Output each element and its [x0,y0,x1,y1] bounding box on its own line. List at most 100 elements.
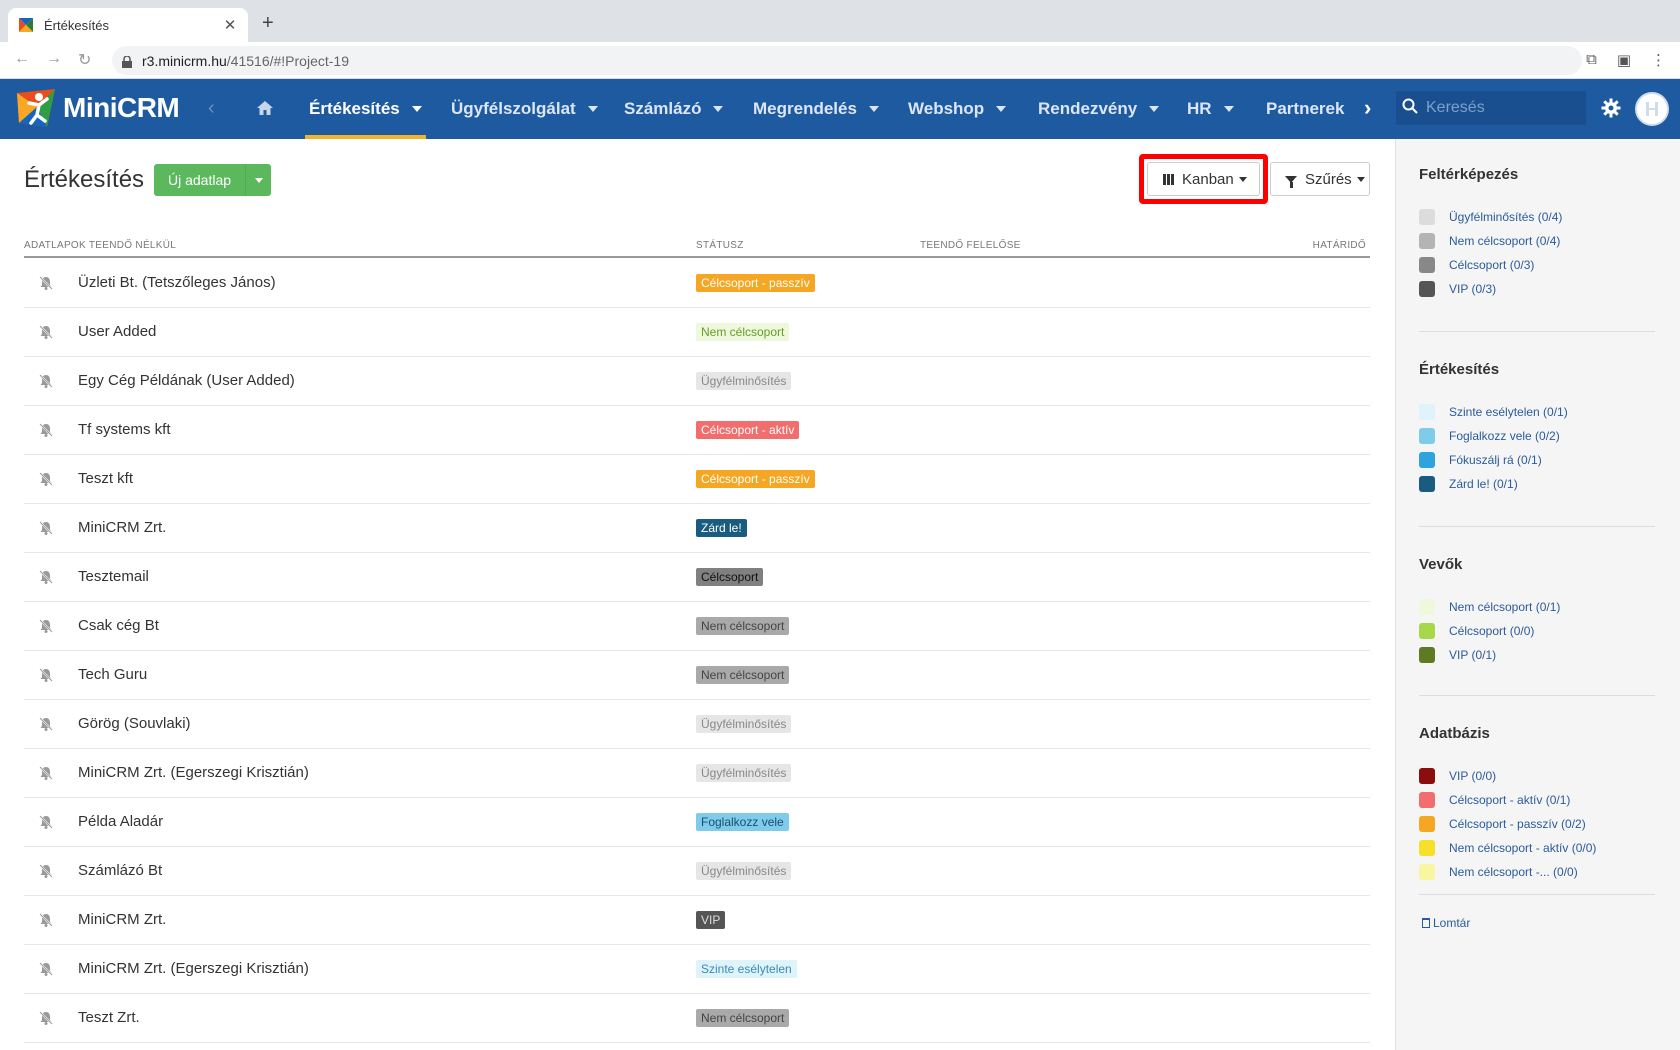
menu-item-megrendeles[interactable]: Megrendelés [753,79,879,139]
muted-bell-icon[interactable] [38,961,54,977]
record-name[interactable]: Tesztemail [78,568,149,585]
sidebar-status-item[interactable]: VIP (0/0) [1419,764,1655,788]
translate-icon[interactable]: ⧉ [1586,51,1597,69]
sidebar-status-item[interactable]: Nem célcsoport (0/4) [1419,229,1655,253]
muted-bell-icon[interactable] [38,1010,54,1026]
muted-bell-icon[interactable] [38,422,54,438]
more-options-icon[interactable]: ⋮ [1651,51,1666,69]
sidebar-status-item[interactable]: Nem célcsoport -... (0/0) [1419,860,1655,884]
gear-icon[interactable] [1601,98,1621,118]
record-name[interactable]: MiniCRM Zrt. [78,519,166,536]
record-name[interactable]: Számlázó Bt [78,862,162,879]
table-row[interactable]: Csak cég Bt Nem célcsoport [24,602,1370,651]
record-name[interactable]: Tf systems kft [78,421,171,438]
record-name[interactable]: Teszt kft [78,470,133,487]
column-header-owner[interactable]: TEENDŐ FELELŐSE [920,240,1021,251]
sidebar-status-item[interactable]: Szinte esélytelen (0/1) [1419,400,1655,424]
record-name[interactable]: MiniCRM Zrt. [78,911,166,928]
filter-button[interactable]: Szűrés [1270,162,1370,196]
record-name[interactable]: User Added [78,323,156,340]
new-record-dropdown-button[interactable] [245,164,272,196]
menu-item-ugyfelszolgalat[interactable]: Ügyfélszolgálat [451,79,598,139]
record-name[interactable]: Tech Guru [78,666,147,683]
muted-bell-icon[interactable] [38,275,54,291]
table-row[interactable]: Tesztemail Célcsoport [24,553,1370,602]
sidebar-status-item[interactable]: Nem célcsoport - aktív (0/0) [1419,836,1655,860]
menu-item-ertekesites[interactable]: Értékesítés [305,79,426,139]
column-header-deadline[interactable]: HATÁRIDŐ [1313,240,1366,251]
menu-scroll-left-icon[interactable]: ‹ [208,97,215,120]
sidebar-status-item[interactable]: Célcsoport (0/3) [1419,253,1655,277]
search-input[interactable] [1426,99,1576,117]
sidebar-status-item[interactable]: Zárd le! (0/1) [1419,472,1655,496]
reload-icon[interactable]: ↻ [78,50,91,70]
record-name[interactable]: Csak cég Bt [78,617,159,634]
sidebar-status-item[interactable]: Ügyfélminősítés (0/4) [1419,205,1655,229]
record-name[interactable]: Görög (Souvlaki) [78,715,191,732]
sidebar-status-item[interactable]: Fókuszálj rá (0/1) [1419,448,1655,472]
browser-tab[interactable]: Értékesítés ✕ [8,8,248,42]
sidebar-status-item[interactable]: Célcsoport - passzív (0/2) [1419,812,1655,836]
home-icon[interactable] [256,99,274,117]
status-color-swatch [1419,428,1435,444]
record-name[interactable]: MiniCRM Zrt. (Egerszegi Krisztián) [78,764,309,781]
muted-bell-icon[interactable] [38,471,54,487]
muted-bell-icon[interactable] [38,716,54,732]
table-row[interactable]: User Added Nem célcsoport [24,308,1370,357]
record-name[interactable]: MiniCRM Zrt. (Egerszegi Krisztián) [78,960,309,977]
table-row[interactable]: MiniCRM Zrt. (Egerszegi Krisztián) Szinte… [24,945,1370,994]
sidebar-status-item[interactable]: VIP (0/1) [1419,643,1655,667]
sidebar-status-item[interactable]: Nem célcsoport (0/1) [1419,595,1655,619]
minicrm-logo[interactable]: MiniCRM [15,87,180,129]
column-header-status[interactable]: STÁTUSZ [696,240,744,251]
sidebar-status-item[interactable]: Foglalkozz vele (0/2) [1419,424,1655,448]
menu-item-hr[interactable]: HR [1187,79,1234,139]
table-row[interactable]: Teszt Zrt. Nem célcsoport [24,994,1370,1043]
menu-item-rendezveny[interactable]: Rendezvény [1038,79,1160,139]
muted-bell-icon[interactable] [38,667,54,683]
muted-bell-icon[interactable] [38,863,54,879]
search-box[interactable] [1396,91,1586,125]
table-row[interactable]: Görög (Souvlaki) Ügyfélminősítés [24,700,1370,749]
table-row[interactable]: MiniCRM Zrt. (Egerszegi Krisztián) Ügyfél… [24,749,1370,798]
record-name[interactable]: Üzleti Bt. (Tetszőleges János) [78,274,276,291]
url-field[interactable]: r3.minicrm.hu/41516/#!Project-19 [112,46,1582,75]
close-tab-icon[interactable]: ✕ [222,16,238,34]
muted-bell-icon[interactable] [38,569,54,585]
menu-item-szamlazo[interactable]: Számlázó [624,79,724,139]
back-arrow-icon[interactable]: ← [14,50,30,68]
table-row[interactable]: Üzleti Bt. (Tetszőleges János) Célcsoport… [24,259,1370,308]
table-row[interactable]: Számlázó Bt Ügyfélminősítés [24,847,1370,896]
muted-bell-icon[interactable] [38,324,54,340]
record-name[interactable]: Példa Aladár [78,813,163,830]
new-record-button[interactable]: Új adatlap [154,164,246,196]
sidebar-status-item[interactable]: VIP (0/3) [1419,277,1655,301]
muted-bell-icon[interactable] [38,520,54,536]
table-row[interactable]: MiniCRM Zrt. VIP [24,896,1370,945]
sidebar-status-item[interactable]: Célcsoport (0/0) [1419,619,1655,643]
table-row[interactable]: MiniCRM Zrt. Zárd le! [24,504,1370,553]
new-tab-icon[interactable]: + [262,12,274,35]
menu-item-partnerek[interactable]: Partnerek [1266,79,1344,139]
table-row[interactable]: Tech Guru Nem célcsoport [24,651,1370,700]
menu-item-webshop[interactable]: Webshop [908,79,1007,139]
trash-link[interactable]: Lomtár [1422,916,1470,930]
muted-bell-icon[interactable] [38,765,54,781]
muted-bell-icon[interactable] [38,912,54,928]
menu-scroll-right-icon[interactable]: › [1364,95,1371,121]
table-row[interactable]: Teszt kft Célcsoport - passzív [24,455,1370,504]
table-row[interactable]: Példa Aladár Foglalkozz vele [24,798,1370,847]
column-header-name[interactable]: ADATLAPOK TEENDŐ NÉLKÜL [24,240,176,251]
forward-arrow-icon[interactable]: → [46,50,62,68]
sidebar-status-item[interactable]: Célcsoport - aktív (0/1) [1419,788,1655,812]
user-avatar[interactable] [1635,92,1669,126]
muted-bell-icon[interactable] [38,373,54,389]
table-row[interactable]: Egy Cég Példának (User Added) Ügyfélminős… [24,357,1370,406]
table-row[interactable]: Tf systems kft Célcsoport - aktív [24,406,1370,455]
record-name[interactable]: Egy Cég Példának (User Added) [78,372,295,389]
muted-bell-icon[interactable] [38,618,54,634]
record-name[interactable]: Teszt Zrt. [78,1009,140,1026]
clipboard-icon[interactable]: ▣ [1617,51,1631,69]
muted-bell-icon[interactable] [38,814,54,830]
kanban-view-button[interactable]: Kanban [1147,162,1260,196]
